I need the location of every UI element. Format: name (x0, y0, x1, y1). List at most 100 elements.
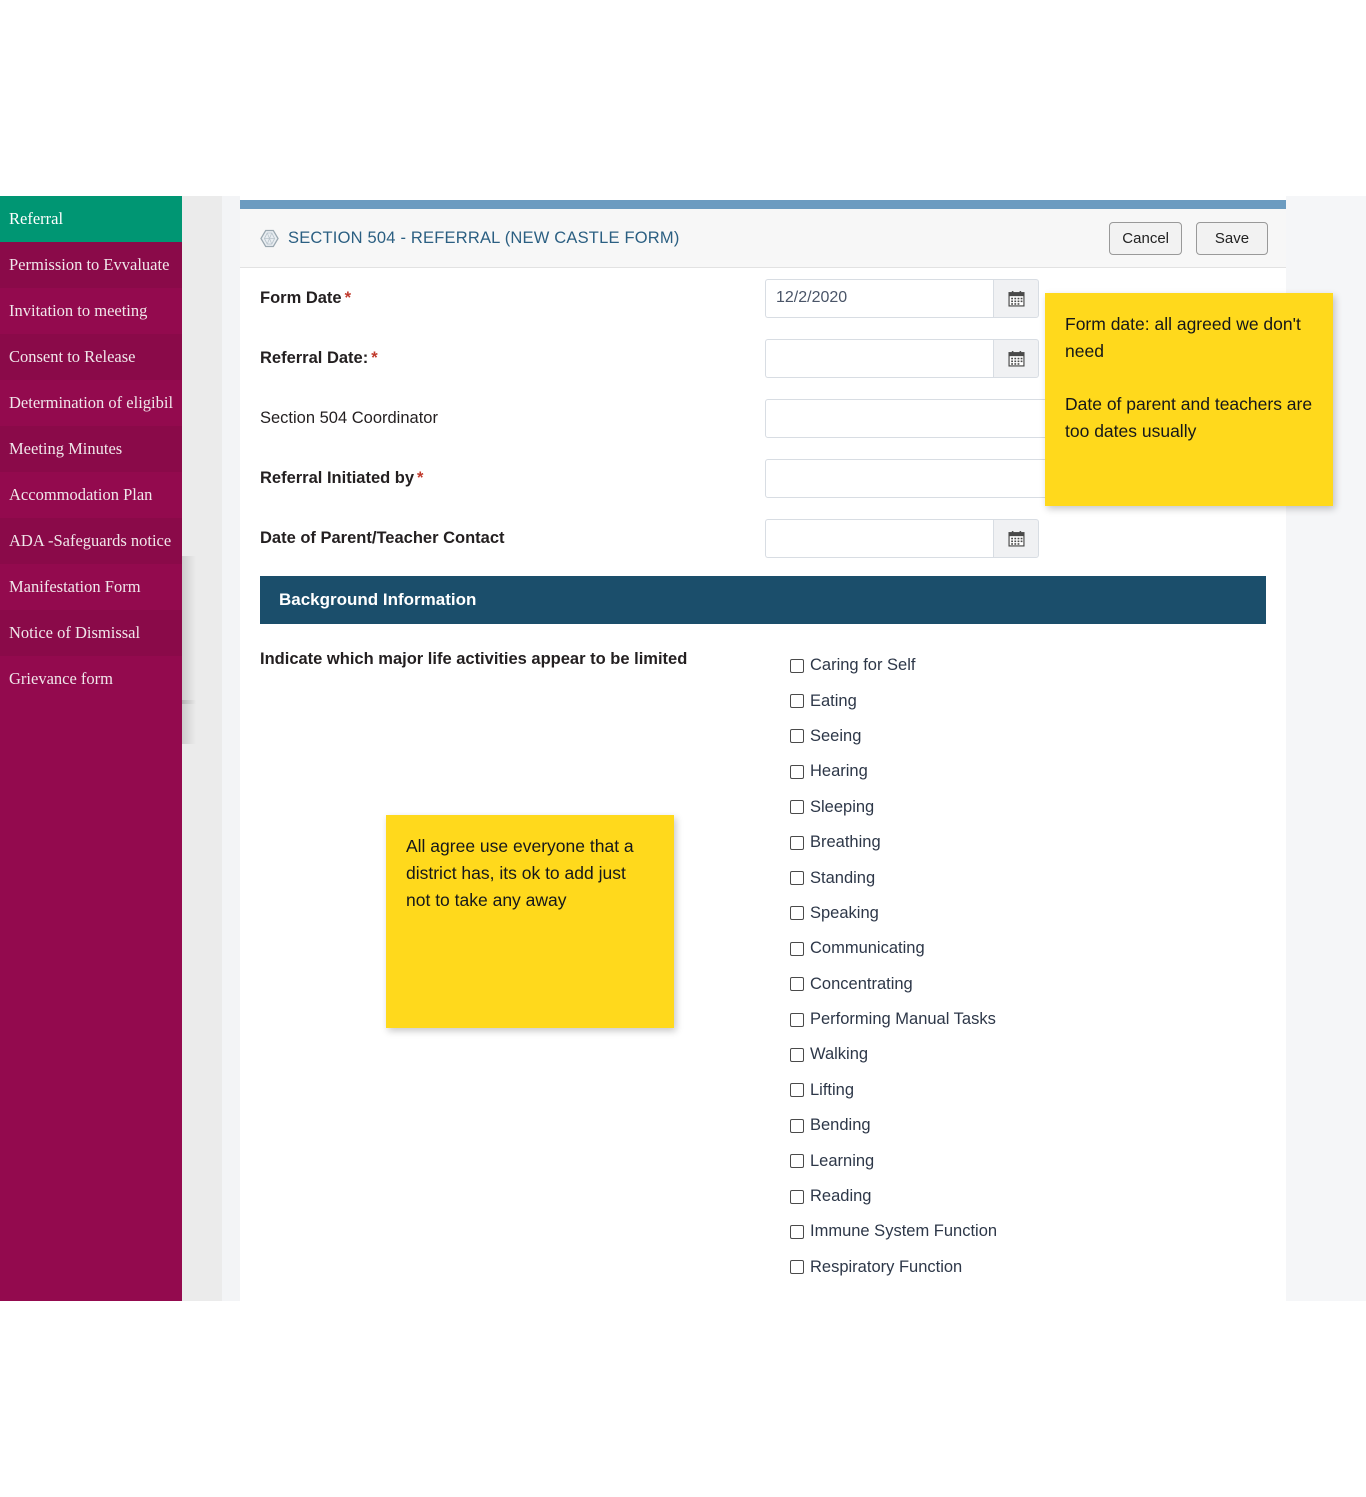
checkbox-box[interactable] (790, 1083, 804, 1098)
field-control-form-date (765, 278, 1039, 318)
sidebar-item-ada-safeguards-notice[interactable]: ADA -Safeguards notice (0, 518, 182, 564)
life-activities-checkbox-list: Caring for Self Eating Seeing Hearing Sleepi… (765, 648, 1266, 1285)
checkbox-label: Eating (810, 691, 857, 710)
sidebar-item-notice-of-dismissal[interactable]: Notice of Dismissal (0, 610, 182, 656)
checkbox-box[interactable] (790, 764, 804, 779)
date-input-date-of-parent-teacher-contact[interactable] (765, 518, 993, 558)
field-label-text: Referral Date: (260, 348, 369, 367)
checkbox-box[interactable] (790, 729, 804, 744)
checkbox-box[interactable] (790, 694, 804, 709)
checkbox-box[interactable] (790, 1260, 804, 1275)
checkbox-box[interactable] (790, 1154, 804, 1169)
sidebar-item-meeting-minutes[interactable]: Meeting Minutes (0, 426, 182, 472)
checkbox-box[interactable] (790, 658, 804, 673)
calendar-icon[interactable] (993, 278, 1039, 318)
date-input-referral-date[interactable] (765, 338, 993, 378)
checkbox-item[interactable]: Communicating (790, 931, 1266, 966)
calendar-icon[interactable] (993, 338, 1039, 378)
sidebar-item-label: Manifestation Form (9, 577, 141, 596)
checkbox-item[interactable]: Speaking (790, 896, 1266, 931)
sidebar-flyout-shadow (182, 608, 196, 704)
hexagon-icon (260, 229, 279, 248)
checkbox-box[interactable] (790, 941, 804, 956)
calendar-icon[interactable] (993, 518, 1039, 558)
sidebar-item-label: ADA -Safeguards notice (9, 531, 172, 550)
checkbox-box[interactable] (790, 835, 804, 850)
checkbox-box[interactable] (790, 1118, 804, 1133)
checkbox-label: Communicating (810, 939, 925, 958)
checkbox-box[interactable] (790, 1189, 804, 1204)
sidebar-item-referral[interactable]: Referral (0, 196, 182, 242)
field-label-text: Form Date (260, 288, 342, 307)
sidebar-item-accommodation-plan[interactable]: Accommodation Plan (0, 472, 182, 518)
checkbox-item[interactable]: Bending (790, 1108, 1266, 1143)
checkbox-label: Lifting (810, 1080, 855, 1099)
sidebar-item-label: Accommodation Plan (9, 485, 153, 504)
sidebar-item-label: Notice of Dismissal (9, 623, 141, 642)
checkbox-item[interactable]: Sleeping (790, 790, 1266, 825)
sidebar-item-label: Determination of eligibil (9, 393, 174, 412)
checkbox-box[interactable] (790, 800, 804, 815)
checkbox-item[interactable]: Respiratory Function (790, 1250, 1266, 1285)
sidebar-item-label: Referral (9, 209, 64, 228)
sidebar-item-permission-to-evvaluate[interactable]: Permission to Evvaluate (0, 242, 182, 288)
checkbox-item[interactable]: Standing (790, 860, 1266, 895)
sidebar-item-label: Invitation to meeting (9, 301, 148, 320)
checkbox-label: Reading (810, 1187, 872, 1206)
checkbox-label: Performing Manual Tasks (810, 1010, 996, 1029)
checkbox-box[interactable] (790, 1047, 804, 1062)
sidebar-item-consent-to-release[interactable]: Consent to Release (0, 334, 182, 380)
checkbox-box[interactable] (790, 906, 804, 921)
sidebar-item-label: Meeting Minutes (9, 439, 123, 458)
sidebar-item-manifestation-form[interactable]: Manifestation Form (0, 564, 182, 610)
checkbox-label: Immune System Function (810, 1222, 998, 1241)
checkbox-item[interactable]: Reading (790, 1179, 1266, 1214)
checkbox-label: Concentrating (810, 974, 913, 993)
field-label-text: Section 504 Coordinator (260, 408, 438, 427)
checkbox-item[interactable]: Seeing (790, 719, 1266, 754)
sidebar-item-determination-of-eligibil[interactable]: Determination of eligibil (0, 380, 182, 426)
field-label-form-date: Form Date * (260, 289, 765, 308)
field-label-referral-initiated-by: Referral Initiated by * (260, 469, 765, 488)
date-input-form-date[interactable] (765, 278, 993, 318)
checkbox-label: Bending (810, 1116, 871, 1135)
page-gutter-left-inner (222, 196, 240, 1301)
sticky-note-life-activities: All agree use everyone that a district h… (386, 815, 674, 1028)
field-label-date-of-parent-teacher-contact: Date of Parent/Teacher Contact (260, 529, 765, 548)
sidebar-item-grievance-form[interactable]: Grievance form (0, 656, 182, 702)
section-header-background-information: Background Information (260, 576, 1266, 624)
checkbox-box[interactable] (790, 977, 804, 992)
checkbox-item[interactable]: Eating (790, 683, 1266, 718)
section-title: Background Information (279, 590, 477, 609)
checkbox-label: Sleeping (810, 797, 875, 816)
checkbox-item[interactable]: Caring for Self (790, 648, 1266, 683)
field-control-referral-date (765, 338, 1039, 378)
checkbox-box[interactable] (790, 1012, 804, 1027)
checkbox-item[interactable]: Hearing (790, 754, 1266, 789)
checkbox-label: Standing (810, 868, 876, 887)
sidebar-item-label: Consent to Release (9, 347, 136, 366)
checkbox-item[interactable]: Learning (790, 1143, 1266, 1178)
field-control-date-of-parent-teacher-contact (765, 518, 1039, 558)
checkbox-label: Caring for Self (810, 656, 916, 675)
field-label-section-504-coordinator: Section 504 Coordinator (260, 409, 765, 428)
save-button[interactable]: Save (1196, 221, 1268, 255)
checkbox-item[interactable]: Walking (790, 1037, 1266, 1072)
checkbox-item[interactable]: Immune System Function (790, 1214, 1266, 1249)
checkbox-label: Breathing (810, 833, 881, 852)
checkbox-item[interactable]: Breathing (790, 825, 1266, 860)
checkbox-label: Learning (810, 1151, 875, 1170)
checkbox-item[interactable]: Lifting (790, 1073, 1266, 1108)
cancel-button[interactable]: Cancel (1109, 221, 1182, 255)
checkbox-box[interactable] (790, 871, 804, 886)
field-label-text: Referral Initiated by (260, 468, 415, 487)
checkbox-box[interactable] (790, 1224, 804, 1239)
panel-header: SECTION 504 - REFERRAL (NEW CASTLE FORM)… (240, 209, 1286, 268)
checkbox-item[interactable]: Concentrating (790, 967, 1266, 1002)
sidebar-item-invitation-to-meeting[interactable]: Invitation to meeting (0, 288, 182, 334)
checkbox-label: Speaking (810, 903, 879, 922)
checkbox-item[interactable]: Performing Manual Tasks (790, 1002, 1266, 1037)
sidebar-item-label: Grievance form (9, 669, 113, 688)
checkbox-label: Seeing (810, 726, 862, 745)
checkbox-label: Walking (810, 1045, 869, 1064)
